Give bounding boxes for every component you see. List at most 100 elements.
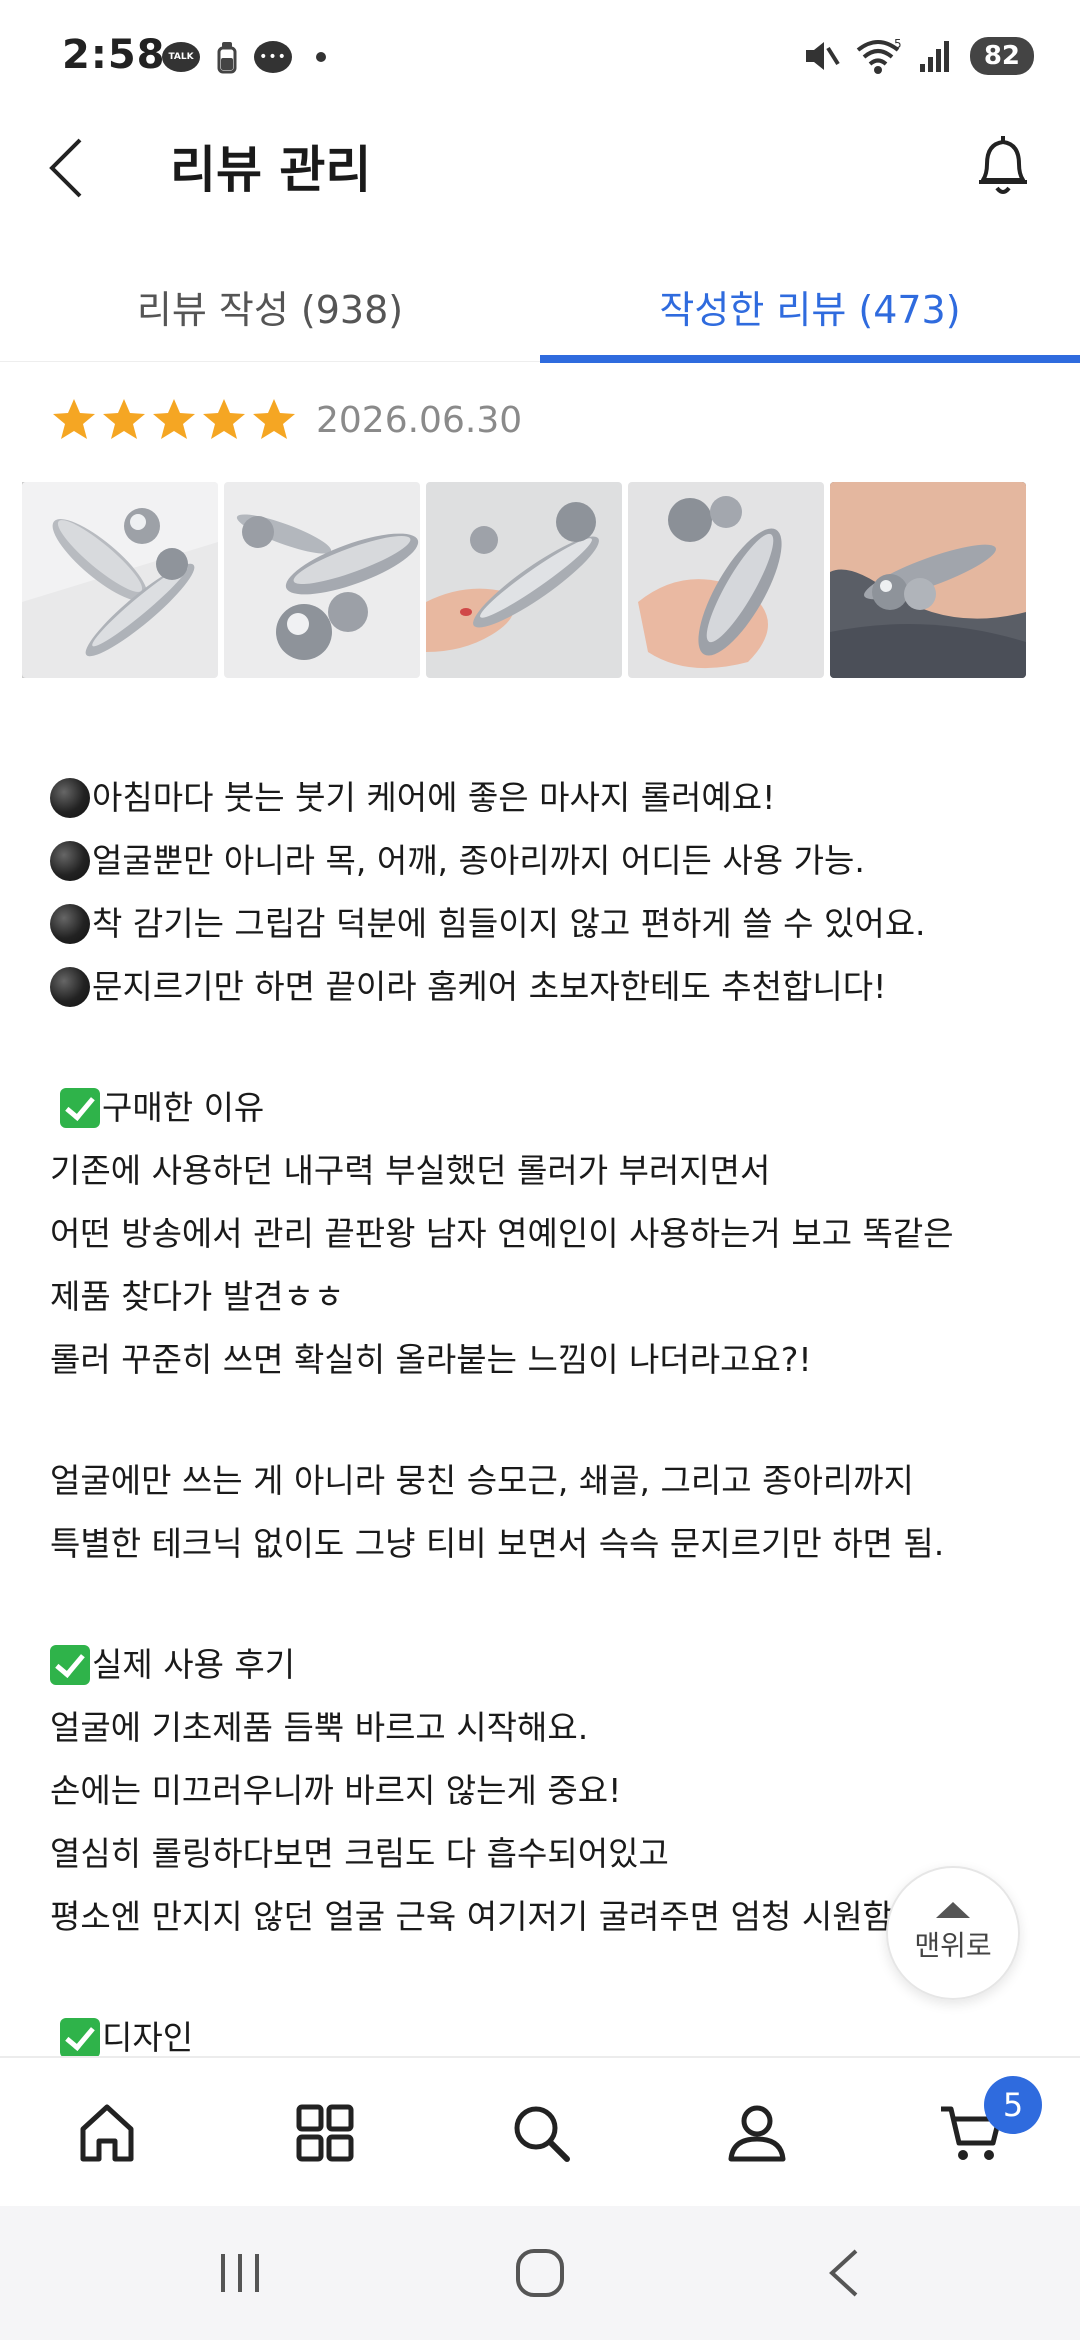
review-line-text: 얼굴뿐만 아니라 목, 어깨, 종아리까지 어디든 사용 가능. — [92, 841, 865, 880]
home-icon — [80, 2104, 134, 2162]
recent-apps-icon — [221, 2254, 259, 2292]
bell-icon — [979, 136, 1027, 194]
baby-bottle-icon — [217, 42, 237, 74]
review-line-text: 기존에 사용하던 내구력 부실했던 롤러가 부러지면서 — [50, 1151, 771, 1190]
review-line-text: 문지르기만 하면 끝이라 홈케어 초보자한테도 추천합니다! — [92, 967, 887, 1006]
black-circle-icon — [50, 966, 90, 1007]
battery-indicator: 82 — [969, 37, 1034, 75]
arrow-up-icon — [936, 1902, 970, 1918]
review-line: 제품 찾다가 발견ㅎㅎ — [50, 1265, 1030, 1328]
roller-on-neck-photo — [830, 482, 1026, 678]
review-line-text: 특별한 테크닉 없이도 그냥 티비 보면서 슥슥 문지르기만 하면 됨. — [50, 1524, 945, 1563]
svg-text:5: 5 — [894, 37, 902, 51]
active-tab-indicator — [540, 355, 1080, 363]
review-line: 얼굴에만 쓰는 게 아니라 뭉친 승모근, 쇄골, 그리고 종아리까지 — [50, 1449, 1030, 1512]
black-circle-icon — [50, 903, 90, 944]
recent-apps-button[interactable] — [200, 2236, 280, 2310]
home-system-button[interactable] — [500, 2236, 580, 2310]
review-line: 얼굴에 기초제품 듬뿍 바르고 시작해요. — [50, 1696, 1030, 1759]
star-icon — [253, 399, 295, 439]
review-line: 구매한 이유 — [50, 1076, 1030, 1139]
review-image-5[interactable] — [830, 482, 1026, 678]
chat-icon: ••• — [254, 41, 292, 73]
review-line-text: 구매한 이유 — [102, 1088, 265, 1127]
review-line-text: 어떤 방송에서 관리 끝판왕 남자 연예인이 사용하는거 보고 똑같은 — [50, 1214, 954, 1253]
review-line-text: 착 감기는 그립감 덕분에 힘들이지 않고 편하게 쓸 수 있어요. — [92, 904, 926, 943]
tab-write-review[interactable]: 리뷰 작성 (938) — [0, 250, 540, 362]
check-mark-icon — [60, 1087, 100, 1128]
check-mark-icon — [50, 1644, 90, 1685]
review-rating-row: 2026.06.30 — [50, 396, 522, 444]
system-navigation-bar — [0, 2206, 1080, 2340]
notification-icons: TALK ••• — [162, 40, 326, 74]
user-icon — [728, 2105, 786, 2162]
review-line: 특별한 테크닉 없이도 그냥 티비 보면서 슥슥 문지르기만 하면 됨. — [50, 1512, 1030, 1575]
review-content: 아침마다 붓는 붓기 케어에 좋은 마사지 롤러예요! 얼굴뿐만 아니라 목, 어… — [50, 766, 1030, 2069]
review-line: 착 감기는 그립감 덕분에 힘들이지 않고 편하게 쓸 수 있어요. — [50, 892, 1030, 955]
status-time: 2:58 — [62, 32, 166, 78]
review-line: 기존에 사용하던 내구력 부실했던 롤러가 부러지면서 — [50, 1139, 1030, 1202]
scroll-to-top-button[interactable]: 맨위로 — [886, 1866, 1020, 2000]
star-icon — [203, 399, 245, 439]
review-image-2[interactable] — [224, 482, 420, 678]
review-line: 열심히 롤링하다보면 크림도 다 흡수되어있고 — [50, 1822, 1030, 1885]
review-line-text: 얼굴에만 쓰는 게 아니라 뭉친 승모근, 쇄골, 그리고 종아리까지 — [50, 1461, 914, 1500]
review-line-text: 평소엔 만지지 않던 얼굴 근육 여기저기 굴려주면 엄청 시원함 — [50, 1897, 893, 1936]
star-icon — [103, 399, 145, 439]
roller-in-hand-photo-2 — [628, 482, 824, 678]
check-mark-icon — [60, 2017, 100, 2058]
review-line-text: 열심히 롤링하다보면 크림도 다 흡수되어있고 — [50, 1834, 669, 1873]
home-circle-icon — [516, 2249, 564, 2297]
nav-search-button[interactable] — [506, 2098, 576, 2168]
back-chevron-icon — [829, 2249, 858, 2297]
review-line: 평소엔 만지지 않던 얼굴 근육 여기저기 굴려주면 엄청 시원함 — [50, 1885, 1030, 1948]
nav-home-button[interactable] — [72, 2098, 142, 2168]
bottom-navigation — [0, 2056, 1080, 2204]
signal-icon — [919, 41, 949, 72]
status-bar: 2:58 TALK ••• 5 82 — [0, 0, 1080, 118]
review-tabs: 리뷰 작성 (938) 작성한 리뷰 (473) — [0, 250, 1080, 363]
roller-photo-2 — [224, 482, 420, 678]
review-line-text: 롤러 꾸준히 쓰면 확실히 올라붙는 느낌이 나더라고요?! — [50, 1340, 812, 1379]
review-image-1[interactable] — [22, 482, 218, 678]
review-line: 실제 사용 후기 — [50, 1633, 1030, 1696]
review-image-strip[interactable] — [22, 482, 1026, 678]
star-icon — [53, 399, 95, 439]
review-line-text: 제품 찾다가 발견ㅎㅎ — [50, 1277, 345, 1316]
review-line: 어떤 방송에서 관리 끝판왕 남자 연예인이 사용하는거 보고 똑같은 — [50, 1202, 1030, 1265]
review-line: 손에는 미끄러우니까 바르지 않는게 중요! — [50, 1759, 1030, 1822]
review-line: 얼굴뿐만 아니라 목, 어깨, 종아리까지 어디든 사용 가능. — [50, 829, 1030, 892]
review-date: 2026.06.30 — [316, 399, 523, 441]
roller-in-hand-photo-1 — [426, 482, 622, 678]
back-button[interactable] — [36, 126, 96, 210]
page-title: 리뷰 관리 — [170, 141, 372, 199]
nav-category-button[interactable] — [290, 2098, 360, 2168]
back-system-button[interactable] — [804, 2236, 884, 2310]
review-line-text: 아침마다 붓는 붓기 케어에 좋은 마사지 롤러예요! — [92, 778, 776, 817]
star-icon — [153, 399, 195, 439]
review-line-text: 손에는 미끄러우니까 바르지 않는게 중요! — [50, 1771, 622, 1810]
review-line: 문지르기만 하면 끝이라 홈케어 초보자한테도 추천합니다! — [50, 955, 1030, 1018]
review-image-3[interactable] — [426, 482, 622, 678]
nav-mypage-button[interactable] — [722, 2098, 792, 2168]
black-circle-icon — [50, 777, 90, 818]
tab-written-reviews[interactable]: 작성한 리뷰 (473) — [540, 250, 1080, 362]
search-icon — [514, 2106, 570, 2162]
system-status-icons: 5 82 — [800, 36, 1034, 76]
chevron-left-icon — [49, 138, 82, 198]
scroll-to-top-label: 맨위로 — [914, 1929, 992, 1962]
cart-count-badge: 5 — [984, 2076, 1042, 2134]
star-rating — [50, 396, 300, 444]
grid-icon — [296, 2104, 354, 2162]
wifi-icon: 5 — [856, 37, 902, 74]
review-image-4[interactable] — [628, 482, 824, 678]
review-line: 아침마다 붓는 붓기 케어에 좋은 마사지 롤러예요! — [50, 766, 1030, 829]
notifications-button[interactable] — [966, 122, 1040, 208]
review-line-text: 실제 사용 후기 — [92, 1645, 296, 1684]
more-notifications-dot — [316, 52, 326, 62]
roller-photo-1 — [22, 482, 218, 678]
black-circle-icon — [50, 840, 90, 881]
